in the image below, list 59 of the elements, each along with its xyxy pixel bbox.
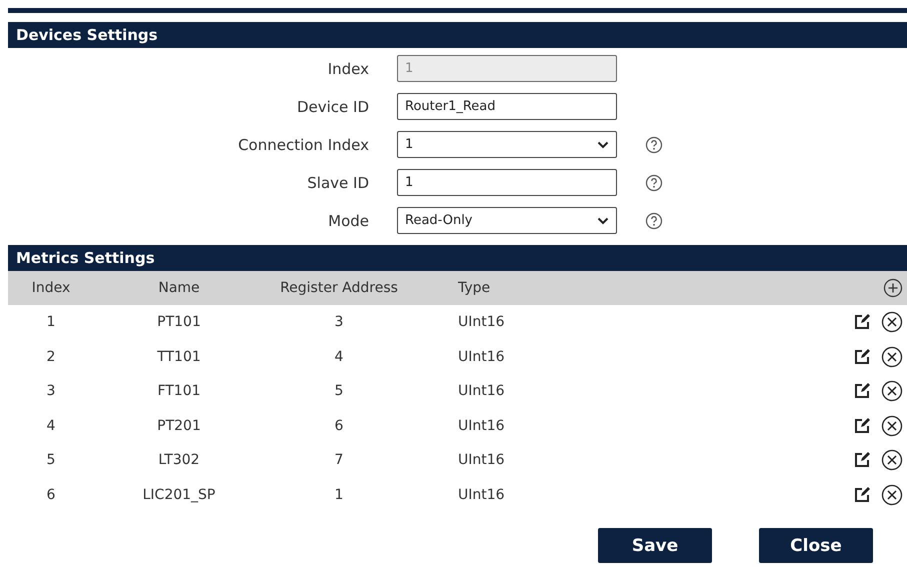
table-cell-text: 5 xyxy=(46,452,56,468)
delete-icon[interactable] xyxy=(881,311,903,334)
table-cell-text: FT101 xyxy=(156,383,202,400)
table-cell-text: TT101 xyxy=(156,348,202,365)
field-label: Device ID xyxy=(296,98,369,116)
delete-icon[interactable] xyxy=(881,380,903,402)
table-cell-text: 3 xyxy=(334,314,344,330)
add-icon[interactable] xyxy=(883,278,903,298)
help-icon[interactable] xyxy=(645,174,663,192)
select-field[interactable]: 1 xyxy=(397,131,617,158)
column-header: Name xyxy=(157,280,201,296)
delete-icon[interactable] xyxy=(881,449,903,472)
delete-icon[interactable] xyxy=(881,346,903,368)
edit-icon[interactable] xyxy=(853,348,871,366)
edit-icon[interactable] xyxy=(853,486,871,504)
table-cell-text: PT201 xyxy=(156,418,202,434)
section-header: Devices Settings xyxy=(8,22,907,48)
table-cell-text: 7 xyxy=(334,452,344,468)
section-header: Metrics Settings xyxy=(8,245,907,271)
table-cell-text: 6 xyxy=(46,486,56,503)
table-cell-text: 4 xyxy=(46,418,56,434)
delete-icon[interactable] xyxy=(881,414,903,437)
table-cell-text: 5 xyxy=(334,383,344,400)
table-cell-text: 2 xyxy=(46,348,56,365)
table-cell-text: UInt16 xyxy=(457,418,506,434)
table-cell-text: 3 xyxy=(46,383,56,400)
table-cell-text: UInt16 xyxy=(457,383,506,400)
select-field[interactable]: Read-Only xyxy=(397,207,617,234)
table-cell-text: UInt16 xyxy=(457,314,506,330)
input-field[interactable]: 1 xyxy=(397,169,617,196)
table-cell-text: PT101 xyxy=(156,314,202,330)
field-label: Slave ID xyxy=(306,174,369,192)
table-cell-text: LT302 xyxy=(157,452,201,468)
table-cell-text: 4 xyxy=(334,348,344,365)
column-header: Register Address xyxy=(279,280,399,296)
field-label: Connection Index xyxy=(237,136,369,154)
table-cell-text: LIC201_SP xyxy=(142,486,216,503)
column-header: Index xyxy=(30,280,72,296)
table-cell-text: UInt16 xyxy=(457,348,506,365)
table-cell-text: 1 xyxy=(46,314,56,330)
action-button[interactable]: Save xyxy=(598,528,712,563)
edit-icon[interactable] xyxy=(853,382,871,400)
help-icon[interactable] xyxy=(645,212,663,230)
field-label: Mode xyxy=(327,212,369,230)
action-button[interactable]: Close xyxy=(759,528,873,563)
edit-icon[interactable] xyxy=(853,416,871,435)
help-icon[interactable] xyxy=(645,136,663,154)
table-cell-text: UInt16 xyxy=(457,452,506,468)
delete-icon[interactable] xyxy=(881,484,903,506)
edit-icon[interactable] xyxy=(853,451,871,470)
table-cell-text: UInt16 xyxy=(457,486,506,503)
caret-icon xyxy=(597,140,609,148)
table-cell-text: 6 xyxy=(334,418,344,434)
table-cell-text: 1 xyxy=(334,486,344,503)
input-field[interactable]: Router1_Read xyxy=(397,93,617,120)
edit-icon[interactable] xyxy=(853,313,871,332)
column-header: Type xyxy=(457,280,492,296)
field-label: Index xyxy=(326,60,369,78)
caret-icon xyxy=(597,216,609,224)
